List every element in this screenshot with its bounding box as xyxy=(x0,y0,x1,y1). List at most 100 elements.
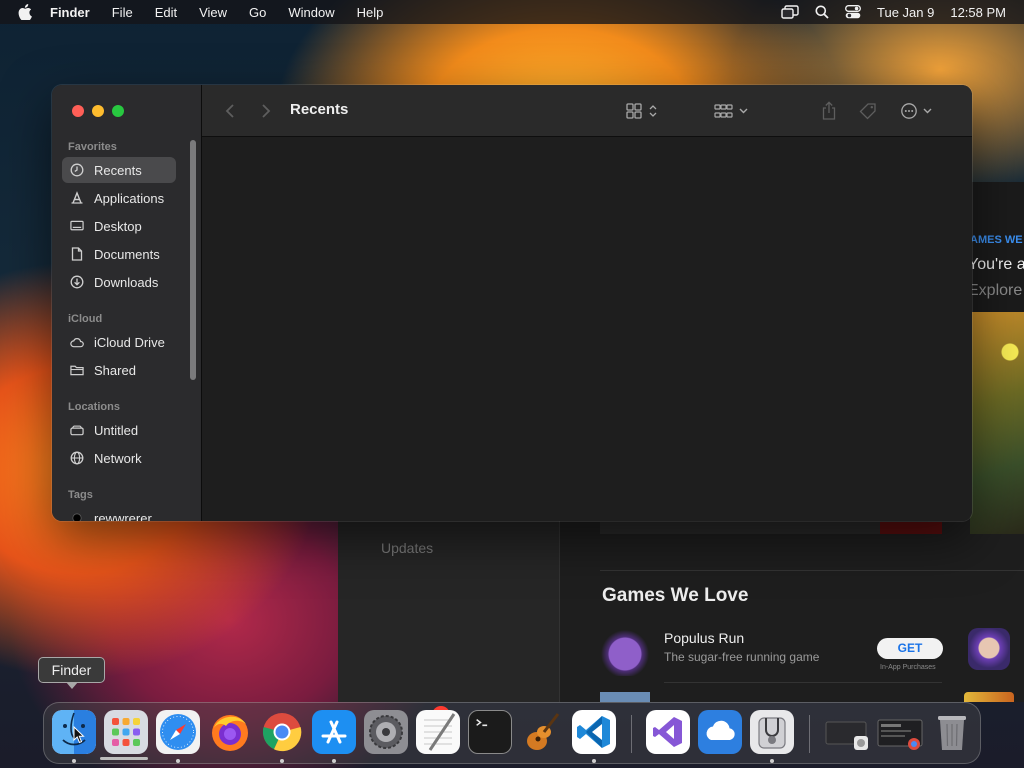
dock-firefox-icon[interactable] xyxy=(208,710,252,754)
sidebar-item-documents[interactable]: Documents xyxy=(62,241,176,267)
sidebar-item-applications[interactable]: Applications xyxy=(62,185,176,211)
sidebar-item-shared[interactable]: Shared xyxy=(62,357,176,383)
dock-safari-icon[interactable] xyxy=(156,710,200,754)
sidebar-item-label: iCloud Drive xyxy=(94,334,165,350)
sidebar-item-downloads[interactable]: Downloads xyxy=(62,269,176,295)
menu-bar: Finder File Edit View Go Window Help Tue… xyxy=(0,0,1024,24)
minimize-window-button[interactable] xyxy=(92,105,104,117)
sidebar-item-tag[interactable]: rewwrerer xyxy=(62,505,176,521)
sidebar-item-label: Downloads xyxy=(94,274,159,290)
dock-separator xyxy=(631,715,632,753)
dock-vscode-icon[interactable] xyxy=(572,710,616,754)
apple-menu-icon[interactable] xyxy=(18,3,36,21)
dock-terminal-icon[interactable] xyxy=(468,710,512,754)
dock-garageband-icon[interactable] xyxy=(520,710,564,754)
menu-help[interactable]: Help xyxy=(357,5,384,20)
running-indicator xyxy=(280,759,284,763)
row-separator xyxy=(664,682,942,683)
game-name[interactable]: Populus Run xyxy=(664,630,744,646)
applications-icon xyxy=(70,191,84,205)
share-icon[interactable] xyxy=(818,100,840,122)
screen-mirroring-icon[interactable] xyxy=(781,5,799,19)
sidebar-item-recents[interactable]: Recents xyxy=(62,157,176,183)
tag-dot-icon xyxy=(70,511,84,521)
dock-system-settings-icon[interactable] xyxy=(364,710,408,754)
tag-icon[interactable] xyxy=(856,100,880,122)
menu-window[interactable]: Window xyxy=(288,5,334,20)
sidebar-item-label: rewwrerer xyxy=(94,510,152,522)
sidebar-item-updates[interactable]: Updates xyxy=(381,540,433,556)
drive-icon xyxy=(70,423,84,437)
group-by-button[interactable] xyxy=(712,100,752,122)
dock-textedit-icon[interactable] xyxy=(416,710,460,754)
sidebar-item-network[interactable]: Network xyxy=(62,445,176,471)
window-title: Recents xyxy=(290,101,349,118)
dock-visual-studio-icon[interactable] xyxy=(646,710,690,754)
desktop-icon xyxy=(70,219,84,233)
zoom-window-button[interactable] xyxy=(112,105,124,117)
sidebar-item-desktop[interactable]: Desktop xyxy=(62,213,176,239)
banner-kicker: AMES WE xyxy=(970,234,1023,246)
shared-folder-icon xyxy=(70,363,84,377)
more-actions-button[interactable] xyxy=(898,100,938,122)
control-center-icon[interactable] xyxy=(845,5,861,19)
get-button[interactable]: GET xyxy=(877,638,943,659)
dock-screenshot-thumbnail[interactable] xyxy=(824,710,870,754)
close-window-button[interactable] xyxy=(72,105,84,117)
dock-separator xyxy=(809,715,810,753)
menu-app-finder[interactable]: Finder xyxy=(50,5,90,20)
running-indicator xyxy=(72,759,76,763)
menu-view[interactable]: View xyxy=(199,5,227,20)
view-mode-button[interactable] xyxy=(624,100,664,122)
dock-chrome-icon[interactable] xyxy=(260,710,304,754)
sidebar-header-favorites: Favorites xyxy=(68,141,117,153)
menu-file[interactable]: File xyxy=(112,5,133,20)
menu-edit[interactable]: Edit xyxy=(155,5,177,20)
menubar-date[interactable]: Tue Jan 9 xyxy=(877,5,934,20)
forward-button[interactable] xyxy=(258,100,274,122)
banner-title: You're a xyxy=(970,256,1024,273)
next-game-icon[interactable] xyxy=(600,692,650,702)
dock-trash-icon[interactable] xyxy=(930,710,974,754)
dock-icloud-icon[interactable] xyxy=(698,710,742,754)
banner-artwork xyxy=(970,312,1024,534)
dock-scroll-indicator xyxy=(100,757,148,760)
clock-icon xyxy=(70,163,84,177)
sidebar-scrollbar[interactable] xyxy=(190,140,196,380)
carousel-strip xyxy=(600,522,942,534)
menu-go[interactable]: Go xyxy=(249,5,266,20)
sidebar-item-label: Shared xyxy=(94,362,136,378)
dock-disk-utility-icon[interactable] xyxy=(750,710,794,754)
game-app-icon-tertiary[interactable] xyxy=(964,692,1014,702)
finder-sidebar: Favorites Recents Applications Desktop D… xyxy=(52,85,202,521)
featured-banner[interactable]: AMES WE You're a Explore xyxy=(970,182,1024,534)
dock-app-store-icon[interactable] xyxy=(312,710,356,754)
game-app-icon[interactable] xyxy=(600,626,650,676)
sidebar-item-label: Desktop xyxy=(94,218,142,234)
section-title[interactable]: Games We Love xyxy=(602,585,748,607)
back-button[interactable] xyxy=(222,100,238,122)
sidebar-item-icloud-drive[interactable]: iCloud Drive xyxy=(62,329,176,355)
sidebar-item-label: Applications xyxy=(94,190,165,206)
spotlight-search-icon[interactable] xyxy=(815,5,829,19)
download-icon xyxy=(70,275,84,289)
menubar-status-area: Tue Jan 9 12:58 PM xyxy=(781,0,1006,24)
dock-launchpad-icon[interactable] xyxy=(104,710,148,754)
dock-tooltip-arrow xyxy=(66,682,78,689)
file-list-area[interactable] xyxy=(202,137,972,521)
sidebar-header-tags: Tags xyxy=(68,489,93,501)
finder-window: Favorites Recents Applications Desktop D… xyxy=(52,85,972,521)
sidebar-item-untitled[interactable]: Untitled xyxy=(62,417,176,443)
menubar-time[interactable]: 12:58 PM xyxy=(950,5,1006,20)
sidebar-item-label: Recents xyxy=(94,162,142,178)
game-app-icon-secondary[interactable] xyxy=(968,628,1010,670)
running-indicator xyxy=(770,759,774,763)
globe-icon xyxy=(70,451,84,465)
dock: 1 xyxy=(43,702,981,764)
dock-screenshot-thumbnail[interactable] xyxy=(876,710,926,754)
sidebar-header-locations: Locations xyxy=(68,401,120,413)
sidebar-item-label: Network xyxy=(94,450,142,466)
dock-tooltip: Finder xyxy=(38,657,105,683)
running-indicator xyxy=(332,759,336,763)
section-divider xyxy=(600,570,1024,571)
